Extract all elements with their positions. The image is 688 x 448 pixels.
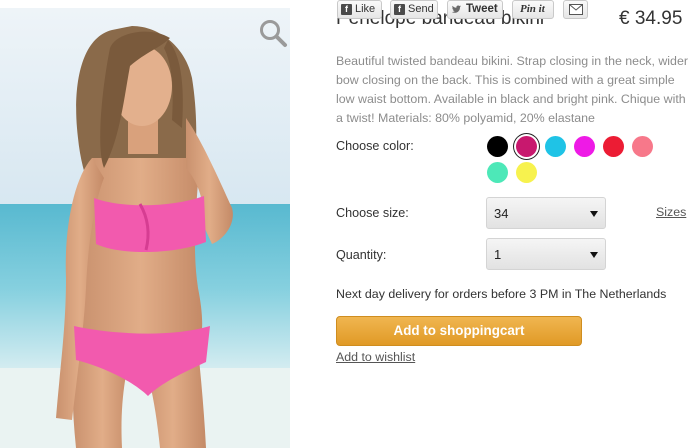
send-label: Send xyxy=(408,3,434,15)
email-share-button[interactable] xyxy=(563,0,588,19)
pin-label: Pin it xyxy=(520,3,545,15)
add-to-cart-button[interactable]: Add to shoppingcart xyxy=(336,316,582,346)
tweet-label: Tweet xyxy=(466,3,498,15)
facebook-like-button[interactable]: f Like xyxy=(337,0,382,19)
chevron-down-icon xyxy=(590,252,598,258)
color-swatch[interactable] xyxy=(516,136,537,157)
color-swatch[interactable] xyxy=(574,136,595,157)
envelope-icon xyxy=(569,4,583,15)
product-description: Beautiful twisted bandeau bikini. Strap … xyxy=(336,54,688,125)
magnifier-zoom-icon[interactable] xyxy=(258,18,288,48)
twitter-bird-icon xyxy=(451,5,462,13)
add-to-wishlist-link[interactable]: Add to wishlist xyxy=(336,350,415,364)
color-swatch[interactable] xyxy=(516,162,537,183)
facebook-icon: f xyxy=(341,4,352,15)
quantity-select[interactable]: 1 xyxy=(486,238,606,270)
product-price: € 34.95 xyxy=(619,8,683,29)
quantity-select-value: 1 xyxy=(494,247,502,262)
facebook-send-button[interactable]: f Send xyxy=(390,0,438,19)
size-select-value: 34 xyxy=(494,206,509,221)
color-swatch[interactable] xyxy=(603,136,624,157)
sizes-link[interactable]: Sizes xyxy=(656,205,686,219)
color-swatch[interactable] xyxy=(487,162,508,183)
product-image[interactable] xyxy=(0,8,290,448)
delivery-info: Next day delivery for orders before 3 PM… xyxy=(336,287,667,301)
color-swatch[interactable] xyxy=(545,136,566,157)
like-label: Like xyxy=(355,3,376,15)
chevron-down-icon xyxy=(590,211,598,217)
pinterest-button[interactable]: Pin it xyxy=(512,0,554,19)
product-photo-illustration xyxy=(0,8,290,448)
tweet-button[interactable]: Tweet xyxy=(447,0,503,19)
color-swatch[interactable] xyxy=(487,136,508,157)
size-select[interactable]: 34 xyxy=(486,197,606,229)
quantity-label: Quantity: xyxy=(336,248,387,262)
color-label: Choose color: xyxy=(336,139,414,153)
size-label: Choose size: xyxy=(336,206,409,220)
color-swatch[interactable] xyxy=(632,136,653,157)
facebook-icon: f xyxy=(394,4,405,15)
